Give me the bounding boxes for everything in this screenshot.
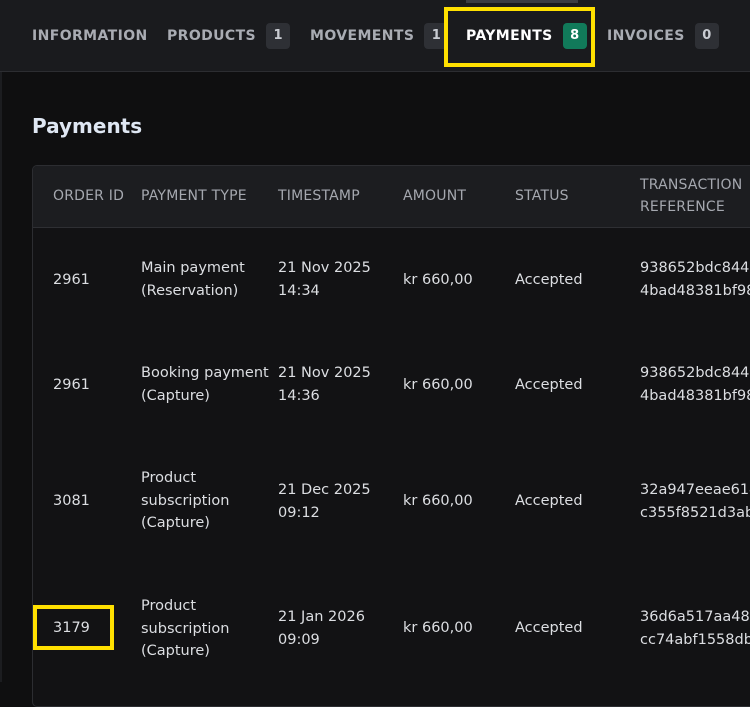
payment-type-line: (Capture) bbox=[141, 643, 210, 659]
tab-movements-label: MOVEMENTS bbox=[310, 27, 415, 44]
timestamp-cell: 21 Nov 2025 14:34 bbox=[278, 257, 371, 302]
timestamp-time: 09:12 bbox=[278, 504, 320, 521]
column-header-transaction-reference-line2: REFERENCE bbox=[640, 199, 725, 215]
transaction-reference-cell: 32a947eeae614 c355f8521d3ab bbox=[640, 479, 750, 524]
timestamp-cell: 21 Jan 2026 09:09 bbox=[278, 606, 365, 651]
order-id-cell[interactable]: 3081 bbox=[53, 490, 90, 513]
timestamp-date: 21 Dec 2025 bbox=[278, 482, 371, 498]
tab-information-label: INFORMATION bbox=[32, 27, 148, 44]
status-cell: Accepted bbox=[515, 377, 583, 393]
transaction-reference-line: c355f8521d3ab bbox=[640, 504, 750, 521]
payment-type-line: (Reservation) bbox=[141, 282, 239, 299]
page-left-edge bbox=[0, 72, 2, 682]
column-header-amount[interactable]: AMOUNT bbox=[403, 185, 466, 207]
transaction-reference-cell: 938652bdc8444 4bad48381bf98 bbox=[640, 362, 750, 407]
timestamp-cell: 21 Dec 2025 09:12 bbox=[278, 479, 371, 524]
payment-type-line: Booking payment bbox=[141, 365, 269, 381]
tab-movements[interactable]: MOVEMENTS 1 bbox=[310, 0, 449, 71]
column-header-transaction-reference-line1: TRANSACTION bbox=[640, 177, 743, 193]
payment-type-line: Product bbox=[141, 598, 197, 614]
tab-invoices-label: INVOICES bbox=[607, 27, 685, 44]
payment-type-cell: Product subscription (Capture) bbox=[141, 595, 229, 663]
tab-invoices-count-badge: 0 bbox=[694, 22, 719, 49]
table-header: ORDER ID PAYMENT TYPE TIMESTAMP AMOUNT S… bbox=[33, 166, 750, 228]
transaction-reference-line: 32a947eeae614 bbox=[640, 482, 750, 498]
tab-products-count-badge: 1 bbox=[266, 22, 291, 49]
tabs-bar: INFORMATION PRODUCTS 1 MOVEMENTS 1 PAYME… bbox=[0, 0, 750, 72]
transaction-reference-line: 938652bdc8444 bbox=[640, 260, 750, 276]
transaction-reference-line: 4bad48381bf98 bbox=[640, 387, 750, 404]
payment-type-line: (Capture) bbox=[141, 515, 210, 531]
column-header-payment-type[interactable]: PAYMENT TYPE bbox=[141, 185, 247, 207]
payment-type-line: Main payment bbox=[141, 260, 245, 276]
payment-type-line: subscription bbox=[141, 492, 230, 509]
timestamp-date: 21 Nov 2025 bbox=[278, 260, 371, 276]
timestamp-time: 14:34 bbox=[278, 282, 320, 299]
column-header-timestamp[interactable]: TIMESTAMP bbox=[278, 185, 360, 207]
tab-payments[interactable]: PAYMENTS 8 bbox=[466, 0, 587, 71]
column-header-order-id[interactable]: ORDER ID bbox=[53, 185, 124, 207]
transaction-reference-cell: 36d6a517aa484 cc74abf1558db bbox=[640, 606, 750, 651]
column-header-status[interactable]: STATUS bbox=[515, 185, 569, 207]
status-cell: Accepted bbox=[515, 620, 583, 636]
order-id-cell[interactable]: 3179 bbox=[53, 617, 90, 640]
page-title: Payments bbox=[32, 114, 143, 138]
payment-type-line: Product bbox=[141, 470, 197, 486]
transaction-reference-line: 938652bdc8444 bbox=[640, 365, 750, 381]
payment-type-line: (Capture) bbox=[141, 387, 210, 404]
timestamp-date: 21 Nov 2025 bbox=[278, 365, 371, 381]
tab-products-label: PRODUCTS bbox=[167, 27, 257, 44]
payment-type-cell: Main payment (Reservation) bbox=[141, 257, 245, 302]
amount-cell: kr 660,00 bbox=[403, 620, 473, 636]
tab-movements-count-badge: 1 bbox=[424, 22, 449, 49]
transaction-reference-cell: 938652bdc8444 4bad48381bf98 bbox=[640, 257, 750, 302]
timestamp-time: 14:36 bbox=[278, 387, 320, 404]
payments-table: ORDER ID PAYMENT TYPE TIMESTAMP AMOUNT S… bbox=[32, 165, 750, 707]
timestamp-cell: 21 Nov 2025 14:36 bbox=[278, 362, 371, 407]
timestamp-time: 09:09 bbox=[278, 631, 320, 648]
status-cell: Accepted bbox=[515, 272, 583, 288]
order-id-cell[interactable]: 2961 bbox=[53, 269, 90, 292]
tab-invoices[interactable]: INVOICES 0 bbox=[607, 0, 719, 71]
tab-payments-label: PAYMENTS bbox=[466, 27, 553, 44]
timestamp-date: 21 Jan 2026 bbox=[278, 609, 365, 625]
transaction-reference-line: 4bad48381bf98 bbox=[640, 282, 750, 299]
payment-type-cell: Booking payment (Capture) bbox=[141, 362, 269, 407]
transaction-reference-line: cc74abf1558db bbox=[640, 631, 750, 648]
amount-cell: kr 660,00 bbox=[403, 272, 473, 288]
tab-information[interactable]: INFORMATION bbox=[32, 0, 148, 71]
order-id-cell[interactable]: 2961 bbox=[53, 374, 90, 397]
column-header-transaction-reference[interactable]: TRANSACTION REFERENCE bbox=[640, 174, 742, 218]
payment-type-cell: Product subscription (Capture) bbox=[141, 467, 229, 535]
tab-payments-count-badge: 8 bbox=[562, 22, 587, 49]
payment-type-line: subscription bbox=[141, 620, 230, 637]
status-cell: Accepted bbox=[515, 493, 583, 509]
transaction-reference-line: 36d6a517aa484 bbox=[640, 609, 750, 625]
amount-cell: kr 660,00 bbox=[403, 377, 473, 393]
tab-products[interactable]: PRODUCTS 1 bbox=[167, 0, 291, 71]
amount-cell: kr 660,00 bbox=[403, 493, 473, 509]
